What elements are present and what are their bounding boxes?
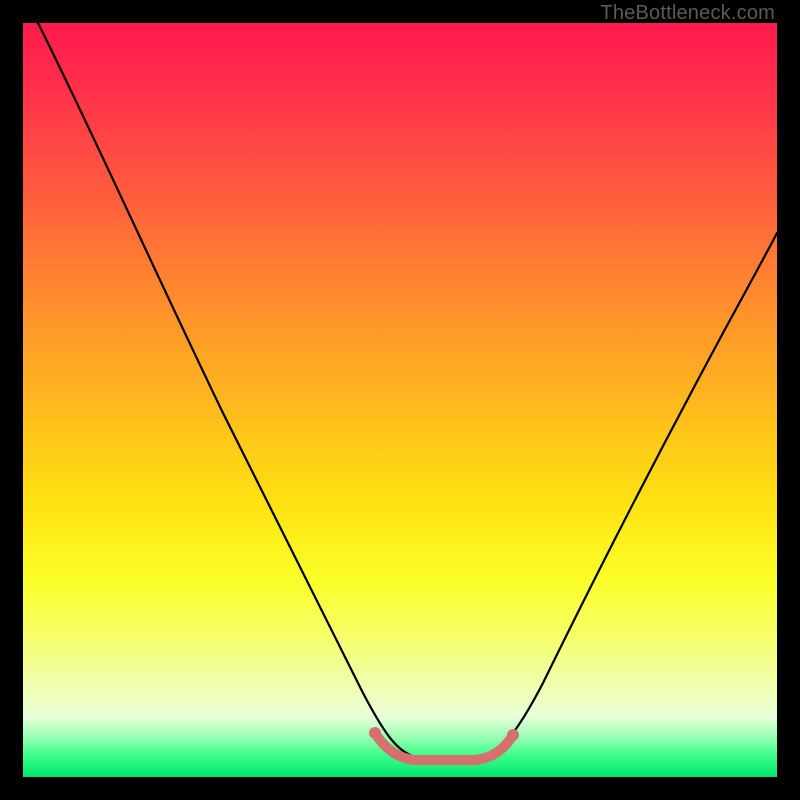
watermark-text: TheBottleneck.com	[600, 2, 775, 25]
flat-bottom-marker-path	[375, 733, 513, 760]
chart-svg	[23, 23, 777, 777]
bottleneck-curve-path	[38, 23, 777, 758]
marker-dot-left	[369, 727, 381, 739]
plot-area	[23, 23, 777, 777]
marker-dot-right	[507, 729, 519, 741]
chart-frame: TheBottleneck.com	[0, 0, 800, 800]
